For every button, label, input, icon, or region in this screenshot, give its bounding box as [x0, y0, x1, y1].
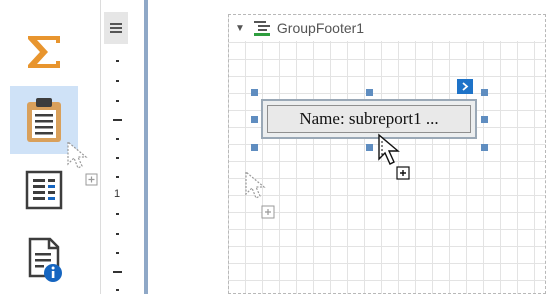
smart-tag-button[interactable] — [457, 79, 473, 94]
chevron-right-icon — [461, 82, 468, 91]
band-title: GroupFooter1 — [276, 20, 365, 36]
ruler-tick — [116, 80, 119, 82]
sigma-icon — [28, 36, 60, 68]
ruler-tick — [116, 289, 119, 291]
ruler-tick — [116, 252, 119, 254]
resize-handle-top-left[interactable] — [251, 89, 258, 96]
ruler-tick — [116, 100, 119, 102]
resize-handle-bottom-right[interactable] — [481, 144, 488, 151]
resize-handle-left[interactable] — [251, 116, 258, 123]
table-of-contents-icon — [25, 170, 63, 210]
ruler-tick — [113, 119, 122, 121]
toolbox-item-summary[interactable] — [10, 18, 78, 86]
subreport-label: Name: subreport1 ... — [267, 105, 471, 133]
vertical-ruler — [100, 0, 132, 294]
group-footer-icon — [253, 21, 270, 36]
toolbox-item-report-info[interactable] — [10, 226, 78, 294]
resize-handle-right[interactable] — [481, 116, 488, 123]
collapse-caret-icon[interactable]: ▼ — [235, 23, 245, 34]
subreport-control[interactable]: Name: subreport1 ... — [261, 99, 477, 139]
resize-handle-bottom-left[interactable] — [251, 144, 258, 151]
resize-handle-top-right[interactable] — [481, 89, 488, 96]
resize-handle-bottom[interactable] — [366, 144, 373, 151]
ruler-grip-icon[interactable] — [104, 12, 128, 44]
ruler-tick — [116, 138, 119, 140]
resize-handle-top[interactable] — [366, 89, 373, 96]
clipboard-icon — [27, 98, 61, 142]
ruler-tick — [113, 271, 122, 273]
report-info-icon — [28, 237, 62, 282]
ruler-tick — [116, 60, 119, 62]
ruler-label: 1 — [114, 188, 121, 200]
ruler-tick — [116, 157, 119, 159]
band-header[interactable]: ▼ GroupFooter1 — [229, 15, 545, 41]
move-cursor-icon — [378, 133, 410, 180]
ruler-tick — [116, 233, 119, 235]
drag-copy-cursor-icon — [245, 170, 275, 219]
ruler-tick — [116, 176, 119, 178]
toolbox-panel — [0, 0, 98, 294]
ruler-tick — [116, 213, 119, 215]
